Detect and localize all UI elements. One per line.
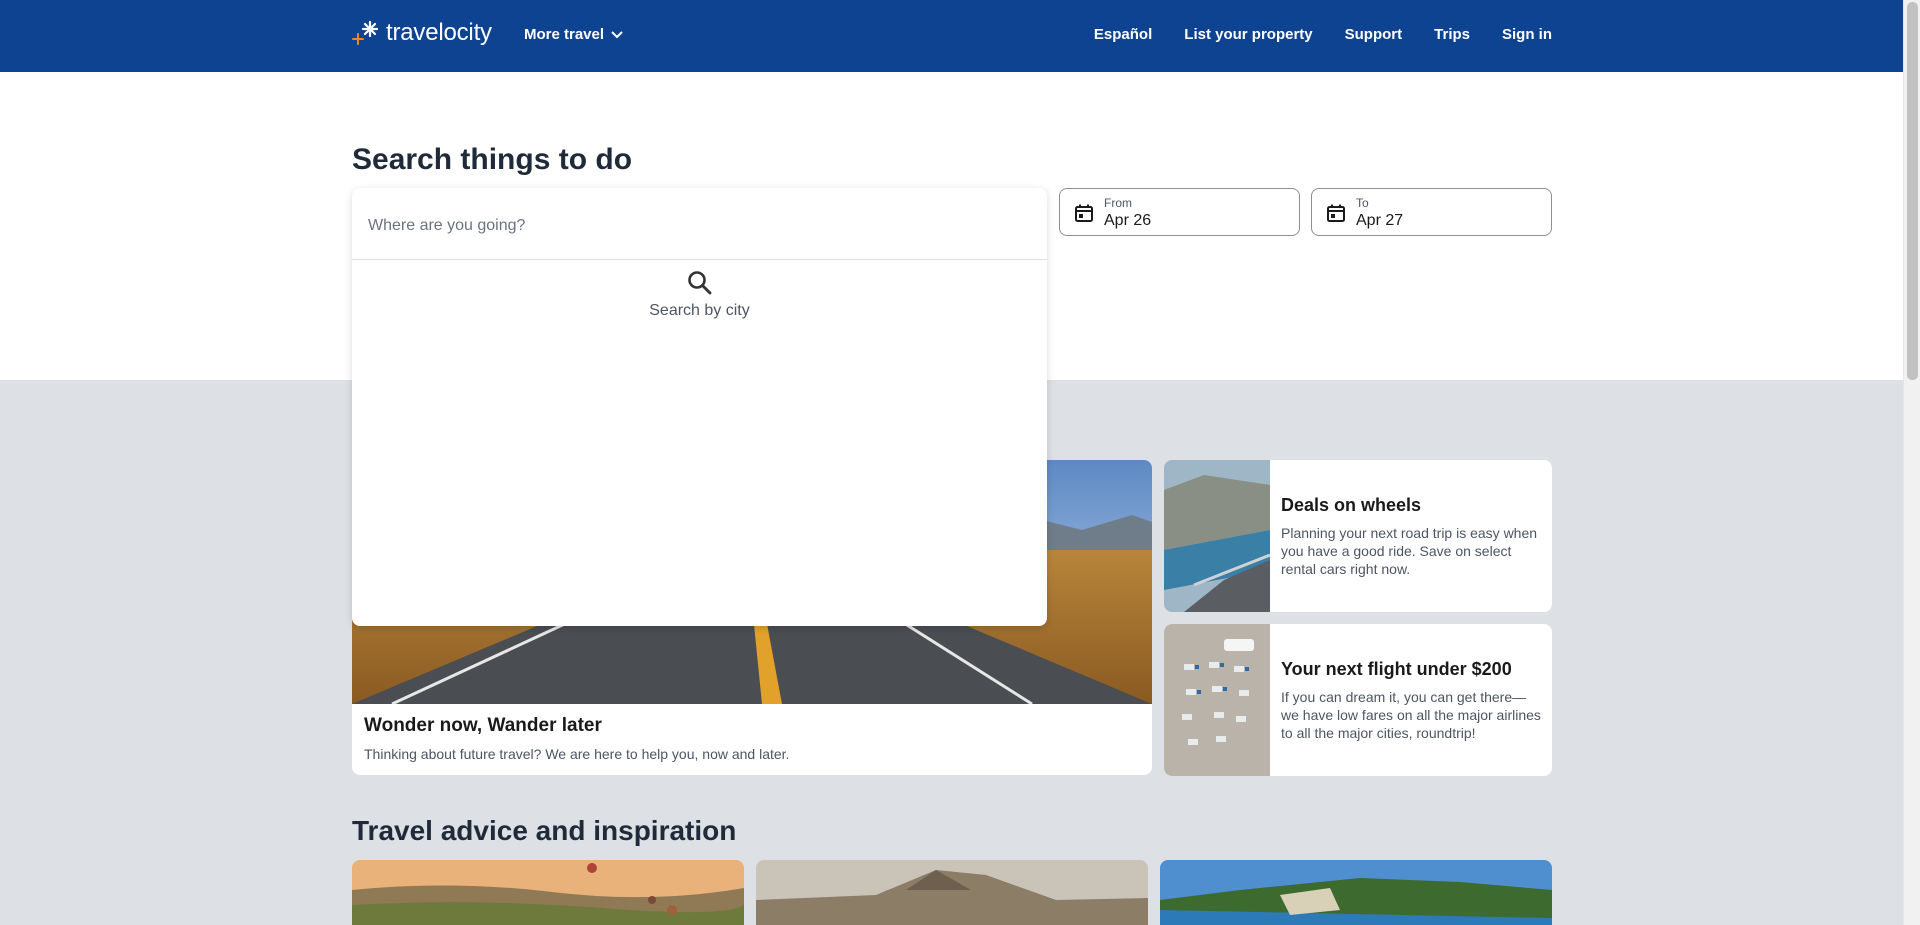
mountain-image — [756, 860, 1148, 925]
card-title: Deals on wheels — [1281, 495, 1422, 515]
advice-card-mountain[interactable] — [756, 860, 1148, 925]
top-header: travelocity More travel Español List you… — [0, 0, 1903, 72]
balloons-image — [352, 860, 744, 925]
nav-espanol[interactable]: Español — [1094, 26, 1152, 43]
nav-list-property[interactable]: List your property — [1184, 26, 1312, 43]
hero-title: Wonder now, Wander later — [364, 715, 602, 736]
hero-description: Thinking about future travel? We are her… — [364, 746, 790, 762]
destination-placeholder: Where are you going? — [368, 217, 526, 234]
from-value: Apr 26 — [1104, 212, 1152, 229]
to-date-field[interactable]: To Apr 27 — [1311, 188, 1552, 236]
nav-trips[interactable]: Trips — [1434, 26, 1470, 43]
more-travel-menu[interactable]: More travel — [524, 26, 623, 43]
logo-star-icon — [352, 20, 379, 45]
card-description: If you can dream it, you can get there—w… — [1281, 689, 1541, 741]
nav-sign-in[interactable]: Sign in — [1502, 26, 1552, 43]
to-label: To — [1356, 196, 1369, 210]
chevron-down-icon — [611, 30, 623, 38]
advice-section-title: Travel advice and inspiration — [352, 815, 737, 846]
logo-text: travelocity — [386, 19, 492, 46]
to-value: Apr 27 — [1356, 212, 1404, 229]
header-nav: Español List your property Support Trips… — [1094, 26, 1552, 43]
card-description: Planning your next road trip is easy whe… — [1281, 525, 1538, 577]
search-by-city-text: Search by city — [649, 302, 750, 319]
beach-aerial-image — [1164, 624, 1270, 776]
destination-dropdown: Where are you going? Search by city — [352, 188, 1047, 626]
advice-card-balloons[interactable] — [352, 860, 744, 925]
card-title: Your next flight under $200 — [1281, 659, 1512, 679]
calendar-icon — [1075, 204, 1093, 222]
search-icon — [688, 271, 712, 295]
page-title: Search things to do — [352, 143, 633, 176]
calendar-icon — [1327, 204, 1345, 222]
nav-support[interactable]: Support — [1345, 26, 1403, 43]
page-scrollbar[interactable] — [1903, 0, 1920, 925]
travelocity-logo[interactable]: travelocity — [352, 18, 492, 48]
advice-card-coast[interactable] — [1160, 860, 1552, 925]
flight-under-200-card[interactable]: Your next flight under $200 If you can d… — [1164, 624, 1552, 776]
coastal-road-image — [1164, 460, 1270, 612]
coast-image — [1160, 860, 1552, 925]
more-travel-label: More travel — [524, 26, 605, 43]
scrollbar-thumb[interactable] — [1907, 2, 1918, 380]
from-label: From — [1104, 196, 1132, 210]
from-date-field[interactable]: From Apr 26 — [1059, 188, 1300, 236]
destination-input[interactable]: Where are you going? — [352, 188, 1047, 260]
deals-on-wheels-card[interactable]: Deals on wheels Planning your next road … — [1164, 460, 1552, 612]
